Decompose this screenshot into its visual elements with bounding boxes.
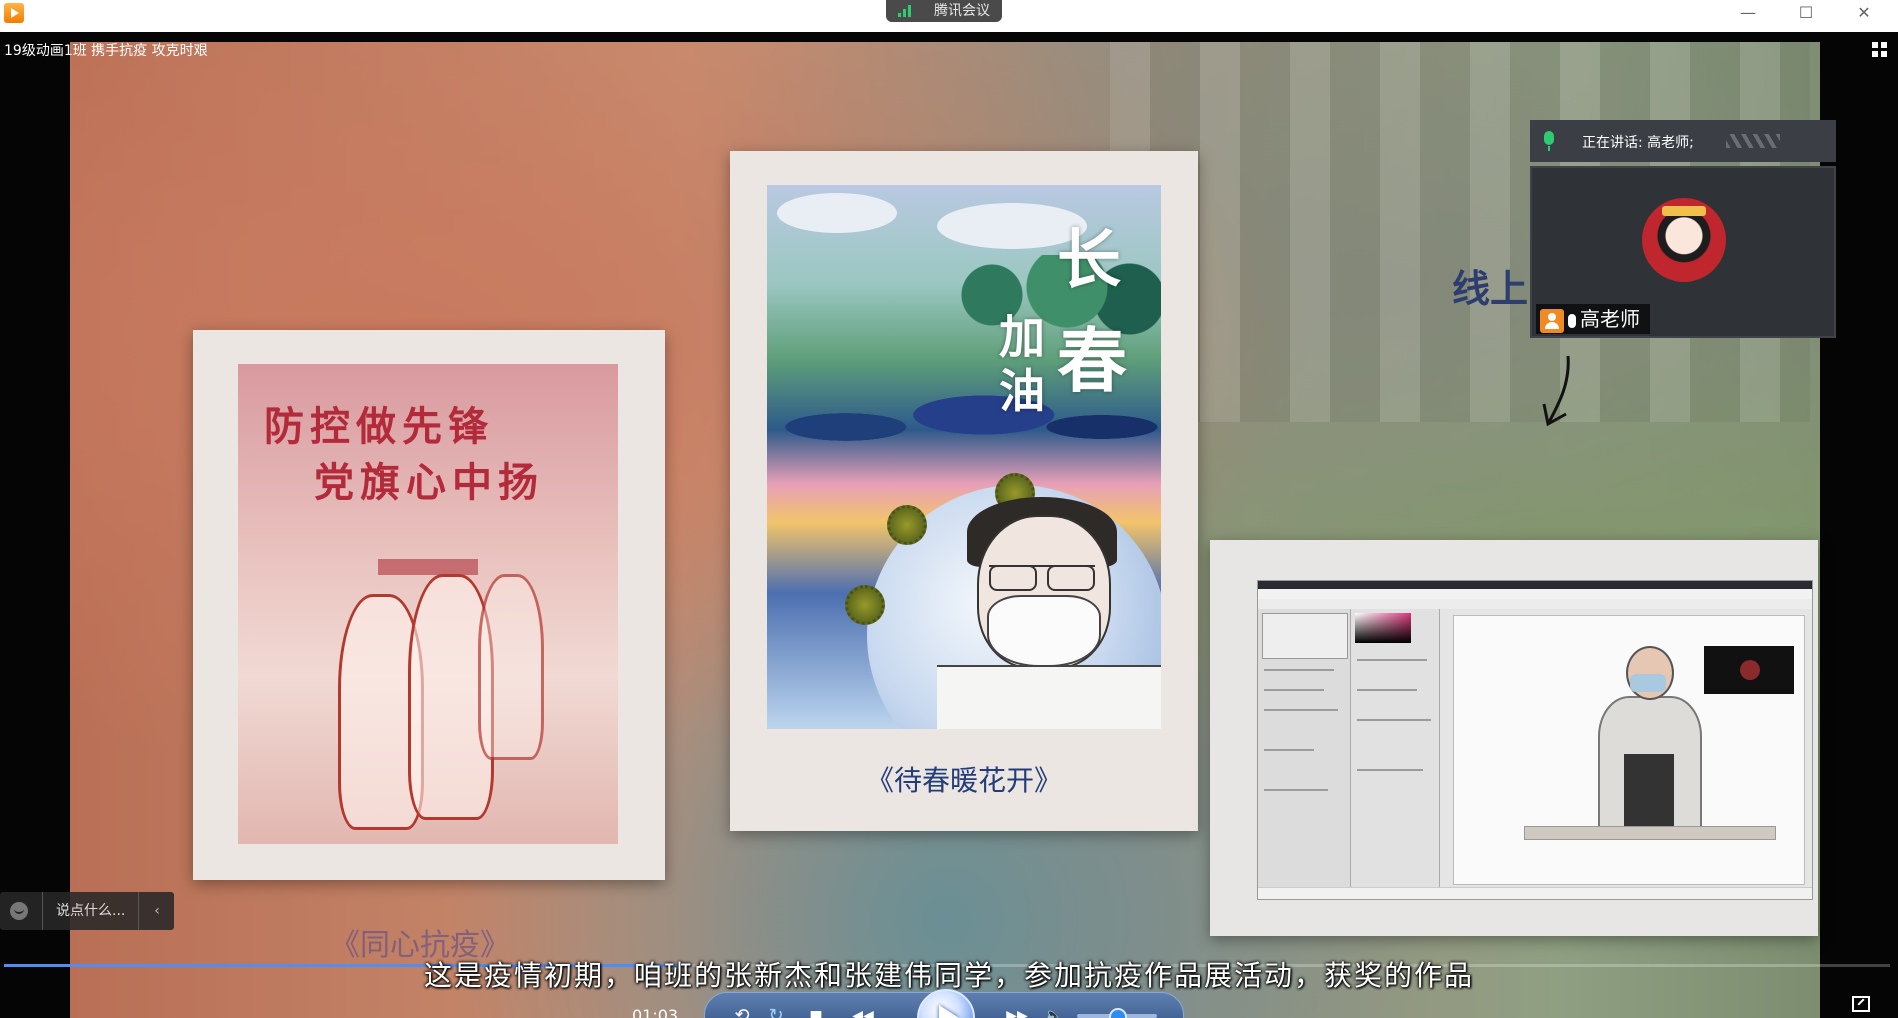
speaking-indicator: 正在讲话: 高老师; <box>1530 120 1836 162</box>
glasses-shape <box>989 565 1095 591</box>
app-topbar <box>1258 581 1812 589</box>
panel-line <box>1357 659 1427 661</box>
poster-daichun: 长 春 加 油 <box>767 185 1161 729</box>
grid-view-icon[interactable] <box>1872 42 1888 58</box>
panel-line <box>1264 689 1324 691</box>
signal-icon <box>898 5 912 17</box>
minimize-button[interactable]: — <box>1720 0 1776 26</box>
artwork-card-2: 长 春 加 油 《待春暖花开》 <box>730 151 1198 831</box>
calligraphy-char: 长 <box>1057 223 1121 298</box>
playback-time: 01:03 <box>632 1006 679 1018</box>
panel-line <box>1264 789 1328 791</box>
panel-line <box>1357 689 1417 691</box>
emoji-icon[interactable] <box>10 902 28 920</box>
meeting-status-pill[interactable]: 腾讯会议 <box>886 0 1002 22</box>
chef-mask <box>1630 674 1666 692</box>
chat-input-bar[interactable]: 说点什么... ‹ <box>0 892 174 930</box>
audio-wave-icon <box>1726 134 1780 148</box>
drawing-canvas <box>1453 615 1805 885</box>
play-button[interactable] <box>917 989 975 1018</box>
app-logo-icon <box>4 3 24 23</box>
poster-tongxin: 防控做先锋 党旗心中扬 <box>238 364 618 844</box>
loop-icon[interactable]: ⟲ <box>727 1001 757 1018</box>
counter-shape <box>1524 826 1776 840</box>
stop-button[interactable]: ■ <box>801 1001 831 1018</box>
panel-line <box>1264 669 1334 671</box>
calligraphy-char: 油 <box>999 364 1045 418</box>
artwork-card-3 <box>1210 540 1818 936</box>
app-toolbar <box>1258 599 1812 609</box>
virus-icon <box>887 505 927 545</box>
card2-caption: 《待春暖花开》 <box>865 764 1062 797</box>
microphone-icon <box>1544 131 1554 151</box>
video-subtitle: 这是疫情初期，咱班的张新杰和张建伟同学，参加抗疫作品展活动，获奖的作品 <box>423 959 1474 992</box>
participant-name: 高老师 <box>1580 307 1640 331</box>
painting-app-screenshot <box>1257 580 1813 900</box>
poster-slogan-1: 防控做先锋 <box>264 403 494 450</box>
chef-drawing <box>1594 646 1704 836</box>
refresh-icon[interactable]: ↻ <box>761 1001 791 1018</box>
panel-line <box>1264 709 1338 711</box>
exit-fullscreen-icon[interactable] <box>1852 996 1870 1012</box>
participant-video-tile[interactable]: 高老师 <box>1530 166 1836 338</box>
microphone-icon <box>1568 313 1576 328</box>
artwork-card-1: 防控做先锋 党旗心中扬 <box>193 330 665 880</box>
panel-line <box>1264 749 1314 751</box>
face-mask-shape <box>987 595 1101 667</box>
online-label: 线上 <box>1452 266 1529 311</box>
gate-shape <box>378 559 478 575</box>
window-titlebar: 腾讯会议 — ☐ ✕ <box>0 0 1898 32</box>
poster-slogan-2: 党旗心中扬 <box>314 459 544 506</box>
color-palette <box>1355 613 1411 643</box>
rewind-button[interactable]: ◀◀ <box>841 1001 885 1018</box>
app-left-panel <box>1258 609 1351 887</box>
panel-line <box>1357 769 1423 771</box>
player-controls: ⟲ ↻ ■ ◀◀ ▶▶ 🔈 <box>704 989 1184 1018</box>
shirt-shape <box>937 665 1161 729</box>
collapse-chat-button[interactable]: ‹ <box>138 892 175 930</box>
volume-slider-handle[interactable] <box>1109 1008 1127 1018</box>
meeting-app-label: 腾讯会议 <box>934 3 990 19</box>
separator <box>42 892 43 930</box>
shared-video[interactable]: 19级动画1班 携手抗疫 攻克时艰 防控做先锋 党旗心中扬 《同心抗疫》 长 春… <box>0 32 1898 1018</box>
cloud-shape <box>777 193 897 233</box>
virus-icon <box>845 585 885 625</box>
chef-apron <box>1624 754 1674 826</box>
volume-icon[interactable]: 🔈 <box>1039 1001 1069 1018</box>
panel-line <box>1357 719 1431 721</box>
navigator-thumb <box>1262 613 1348 659</box>
chat-input[interactable]: 说点什么... <box>56 892 125 930</box>
video-title: 19级动画1班 携手抗疫 攻克时艰 <box>4 43 208 59</box>
calligraphy-char: 春 <box>1057 319 1127 402</box>
host-icon <box>1540 308 1564 333</box>
avatar <box>1642 198 1726 282</box>
app-tool-panel <box>1351 609 1440 887</box>
close-button[interactable]: ✕ <box>1836 0 1892 26</box>
participant-name-tag: 高老师 <box>1536 304 1650 334</box>
forward-button[interactable]: ▶▶ <box>995 1001 1039 1018</box>
mini-video-window <box>1704 646 1794 694</box>
maximize-button[interactable]: ☐ <box>1778 0 1834 26</box>
arrow-down-icon <box>1542 355 1570 427</box>
app-taskbar <box>1258 887 1812 899</box>
speaking-label: 正在讲话: 高老师; <box>1582 135 1694 151</box>
worker-figure <box>478 574 544 760</box>
